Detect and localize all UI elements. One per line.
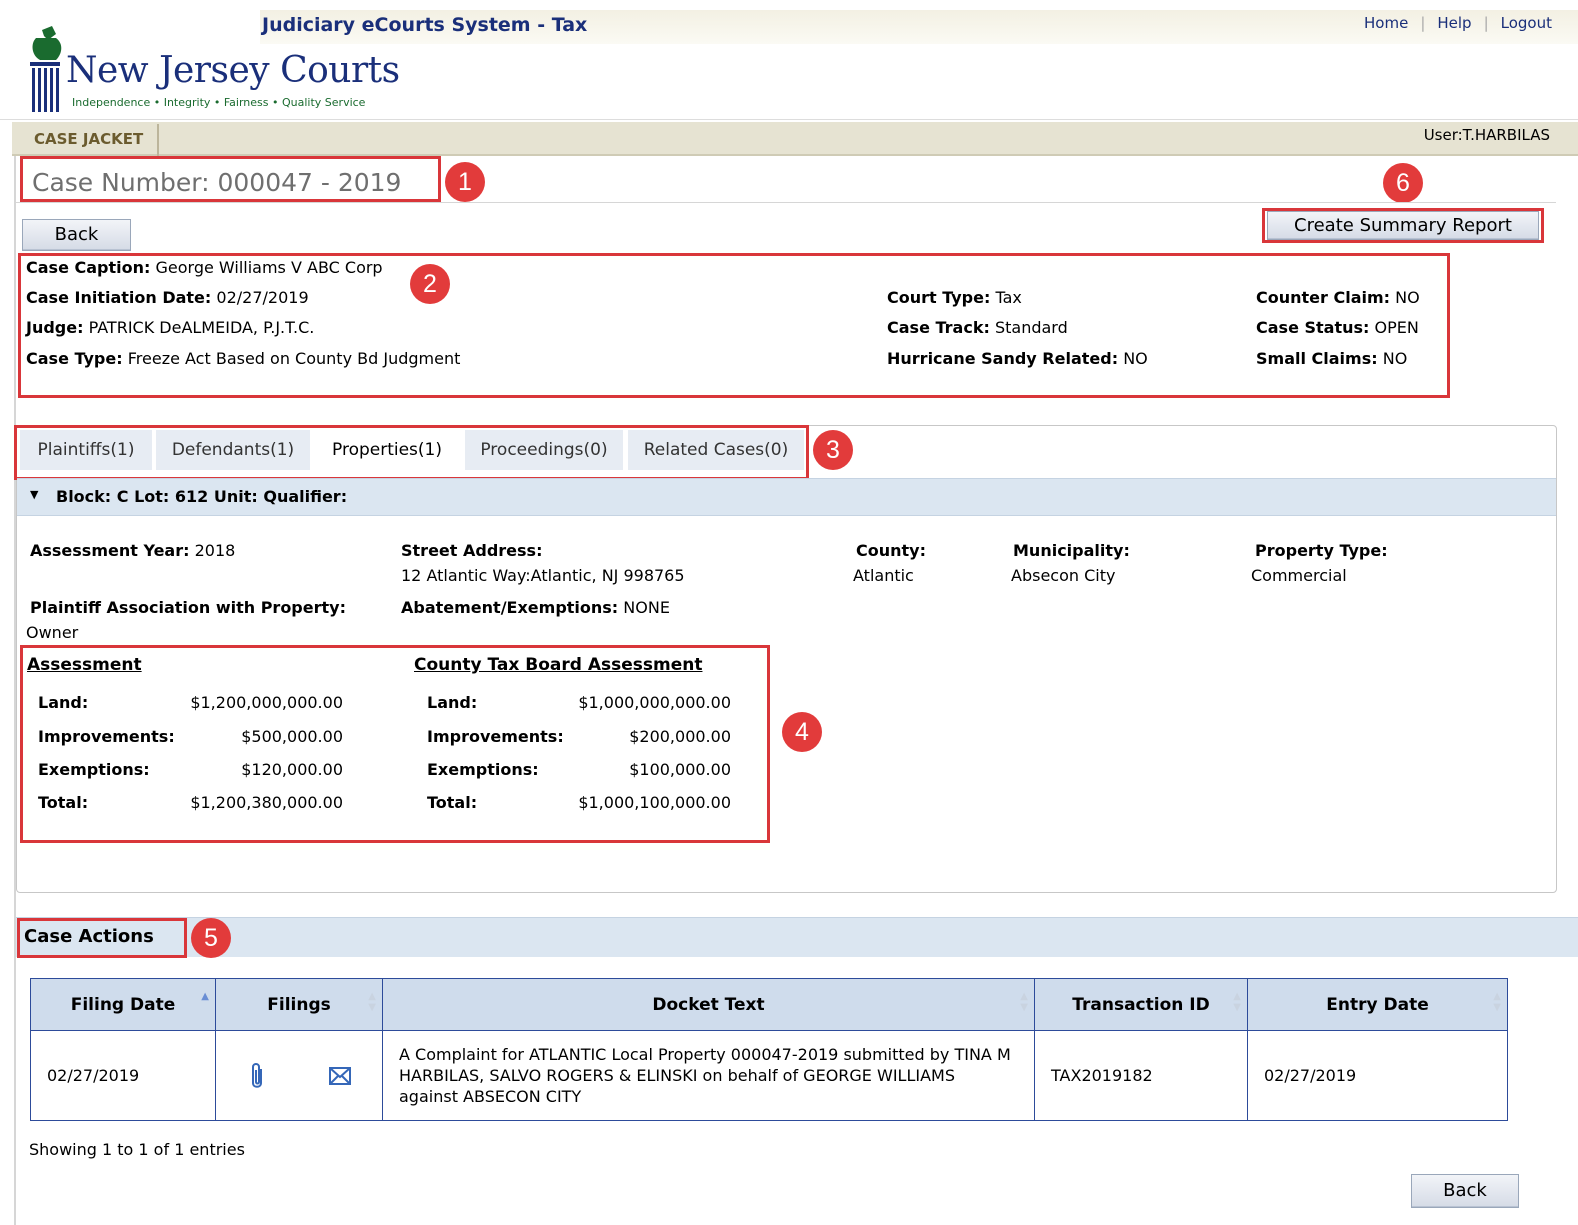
plaintiff-association-label: Plaintiff Association with Property: [30,598,346,617]
assessment-land: $1,200,000,000.00 [190,693,343,712]
street-address-label: Street Address: [401,541,543,560]
case-judge: Judge: PATRICK DeALMEIDA, P.J.T.C. [26,318,315,337]
transaction-id-cell: TAX2019182 [1034,1030,1248,1121]
column-docket-text[interactable]: Docket Text ▲ ▼ [382,978,1035,1031]
callout-badge: 2 [410,264,450,304]
county-improvements: $200,000.00 [629,727,731,746]
create-summary-report-button[interactable]: Create Summary Report [1267,211,1539,240]
assessment-improvements: $500,000.00 [241,727,343,746]
case-actions-bar [16,917,1578,957]
top-links: Home | Help | Logout [1364,14,1552,32]
logo-tagline: Independence • Integrity • Fairness • Qu… [72,96,366,109]
callout-badge: 6 [1383,163,1423,203]
case-actions-table: Filing Date ▲ Filings ▲ ▼ Docket Text ▲ ▼ Tra… [30,978,1508,1121]
county-land-label: Land: [427,693,478,712]
property-type-value: Commercial [1251,566,1347,585]
system-title: Judiciary eCourts System - Tax [262,14,588,36]
highlight-case-actions [17,918,187,958]
municipality-value: Absecon City [1011,566,1116,585]
county-total: $1,000,100,000.00 [578,793,731,812]
case-initiation-date: Case Initiation Date: 02/27/2019 [26,288,309,307]
courthouse-logo-icon [30,26,62,112]
logout-link[interactable]: Logout [1501,14,1552,32]
sort-icon: ▲ ▼ [1020,991,1028,1013]
docket-text-cell: A Complaint for ATLANTIC Local Property … [382,1030,1035,1121]
small-claims: Small Claims: NO [1256,349,1408,368]
envelope-icon[interactable] [328,1066,351,1085]
assessment-exemptions-label: Exemptions: [38,760,150,779]
plaintiff-association-value: Owner [26,623,79,642]
link-separator: | [1420,14,1426,32]
block-lot-line: Block: C Lot: 612 Unit: Qualifier: [56,487,348,506]
county-total-label: Total: [427,793,478,812]
expand-triangle-icon[interactable]: ▼ [30,488,38,501]
callout-badge: 4 [782,712,822,752]
case-number: Case Number: 000047 - 2019 [32,168,402,197]
highlight-tabs [14,425,809,480]
divider [16,202,1556,203]
county-exemptions: $100,000.00 [629,760,731,779]
hurricane-sandy: Hurricane Sandy Related: NO [887,349,1148,368]
callout-badge: 1 [445,162,485,202]
callout-badge: 5 [191,918,231,958]
abatement-exemptions: Abatement/Exemptions: NONE [401,598,670,617]
section-bar [12,122,1578,156]
assessment-year: Assessment Year: 2018 [30,541,236,560]
county-value: Atlantic [853,566,914,585]
column-transaction-id[interactable]: Transaction ID ▲ ▼ [1034,978,1248,1031]
case-caption: Case Caption: George Williams V ABC Corp [26,258,383,277]
property-type-label: Property Type: [1255,541,1388,560]
sort-icon: ▲ ▼ [368,991,376,1013]
current-user: User:T.HARBILAS [1423,126,1550,144]
case-type: Case Type: Freeze Act Based on County Bd… [26,349,461,368]
case-status: Case Status: OPEN [1256,318,1419,337]
filing-date-cell: 02/27/2019 [30,1030,216,1121]
table-row: 02/27/2019 A Complaint for ATLANTIC Loca… [30,1030,1508,1121]
county-label: County: [856,541,926,560]
callout-badge: 3 [813,430,853,470]
street-address: 12 Atlantic Way:Atlantic, NJ 998765 [401,566,685,585]
assessment-exemptions: $120,000.00 [241,760,343,779]
column-entry-date[interactable]: Entry Date ▲ ▼ [1247,978,1508,1031]
tab-case-jacket[interactable]: CASE JACKET [20,124,160,156]
help-link[interactable]: Help [1437,14,1471,32]
column-filings[interactable]: Filings ▲ ▼ [215,978,383,1031]
court-type: Court Type: Tax [887,288,1022,307]
assessment-title: Assessment [27,655,142,675]
attachment-icon[interactable] [248,1061,266,1091]
counter-claim: Counter Claim: NO [1256,288,1420,307]
assessment-land-label: Land: [38,693,89,712]
county-land: $1,000,000,000.00 [578,693,731,712]
county-assessment-title: County Tax Board Assessment [414,655,703,675]
entry-date-cell: 02/27/2019 [1247,1030,1508,1121]
logo-name: New Jersey Courts [66,50,400,91]
showing-entries: Showing 1 to 1 of 1 entries [29,1140,245,1159]
assessment-total: $1,200,380,000.00 [190,793,343,812]
municipality-label: Municipality: [1013,541,1130,560]
back-button-bottom[interactable]: Back [1411,1174,1519,1208]
back-button[interactable]: Back [22,219,131,251]
sort-asc-icon: ▲ [201,991,209,1002]
sort-icon: ▲ ▼ [1493,991,1501,1013]
sort-icon: ▲ ▼ [1233,991,1241,1013]
link-separator: | [1483,14,1489,32]
column-filing-date[interactable]: Filing Date ▲ [30,978,216,1031]
filings-cell [215,1030,383,1121]
county-exemptions-label: Exemptions: [427,760,539,779]
assessment-total-label: Total: [38,793,89,812]
home-link[interactable]: Home [1364,14,1408,32]
case-track: Case Track: Standard [887,318,1068,337]
